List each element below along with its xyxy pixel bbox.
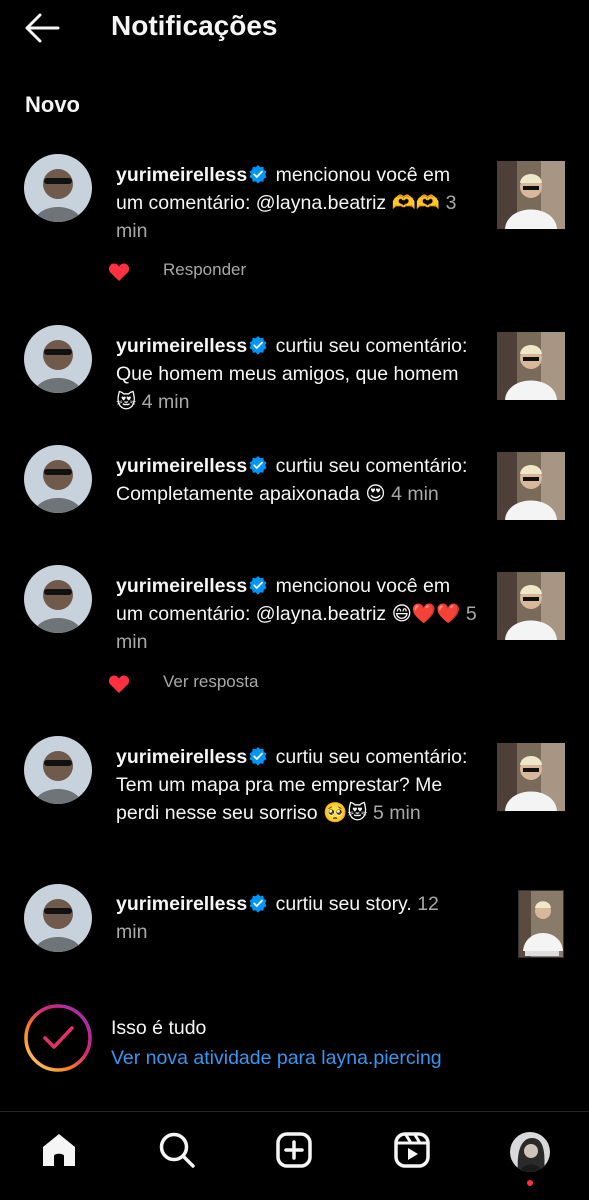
heart-filled-icon [108,263,130,281]
post-thumbnail[interactable] [497,161,565,229]
nav-search[interactable] [157,1130,197,1170]
arrow-left-icon [25,13,60,43]
post-thumbnail[interactable] [497,452,565,520]
notification-text: yurimeirelless curtiu seu story. 12 min [116,890,468,946]
heart-filled-icon [108,675,130,693]
verified-badge-icon [249,576,267,595]
username[interactable]: yurimeirelless [116,335,247,357]
profile-avatar [510,1132,550,1172]
notification-text: yurimeirelless mencionou você em um come… [116,572,478,656]
all-caught-up: Isso é tudo Ver nova atividade para layn… [0,1003,589,1083]
notification-item[interactable]: yurimeirelless curtiu seu comentário: Co… [0,445,589,540]
notification-text: yurimeirelless curtiu seu comentário: Qu… [116,332,478,416]
post-thumbnail[interactable] [497,572,565,640]
reels-icon [394,1132,430,1168]
notification-item[interactable]: yurimeirelless mencionou você em um come… [0,154,589,289]
verified-badge-icon [249,336,267,355]
notification-item[interactable]: yurimeirelless mencionou você em um come… [0,565,589,700]
notification-item[interactable]: yurimeirelless curtiu seu story. 12 min [0,884,589,974]
nav-reels[interactable] [392,1130,432,1170]
notification-message: curtiu seu story. [275,893,412,915]
nav-new-post[interactable] [274,1130,314,1170]
notification-item[interactable]: yurimeirelless curtiu seu comentário: Te… [0,736,589,861]
verified-badge-icon [249,165,267,184]
reply-button[interactable]: Responder [163,260,246,280]
nav-profile-avatar[interactable] [510,1132,550,1172]
home-icon [43,1134,75,1166]
view-new-activity-link[interactable]: Ver nova atividade para layna.piercing [111,1047,442,1070]
notification-dot [527,1180,533,1186]
avatar[interactable] [24,445,92,513]
like-button[interactable] [108,674,130,694]
view-reply-button[interactable]: Ver resposta [163,672,258,692]
post-thumbnail[interactable] [497,743,565,811]
timestamp: 4 min [391,483,439,505]
verified-badge-icon [249,456,267,475]
like-button[interactable] [108,262,130,282]
notification-text: yurimeirelless curtiu seu comentário: Te… [116,743,478,827]
caught-up-title: Isso é tudo [111,1017,207,1039]
check-circle-icon [24,1004,92,1072]
username[interactable]: yurimeirelless [116,164,247,186]
new-post-icon [276,1132,312,1168]
avatar[interactable] [24,325,92,393]
avatar[interactable] [24,154,92,222]
avatar[interactable] [24,884,92,952]
nav-home[interactable] [39,1130,79,1170]
avatar[interactable] [24,736,92,804]
search-icon [159,1132,195,1168]
section-title-new: Novo [25,92,80,117]
username[interactable]: yurimeirelless [116,455,247,477]
notification-text: yurimeirelless curtiu seu comentário: Co… [116,452,478,508]
timestamp: 5 min [373,802,421,824]
notification-item[interactable]: yurimeirelless curtiu seu comentário: Qu… [0,325,589,420]
page-title: Notificações [111,10,278,41]
verified-badge-icon [249,747,267,766]
story-thumbnail[interactable] [518,890,564,958]
bottom-nav [0,1111,589,1200]
username[interactable]: yurimeirelless [116,893,247,915]
timestamp: 4 min [141,391,190,413]
back-button[interactable] [22,8,62,48]
username[interactable]: yurimeirelless [116,746,247,768]
notification-text: yurimeirelless mencionou você em um come… [116,161,478,245]
post-thumbnail[interactable] [497,332,565,400]
avatar[interactable] [24,565,92,633]
username[interactable]: yurimeirelless [116,575,247,597]
header: Notificações [0,0,589,56]
verified-badge-icon [249,894,267,913]
